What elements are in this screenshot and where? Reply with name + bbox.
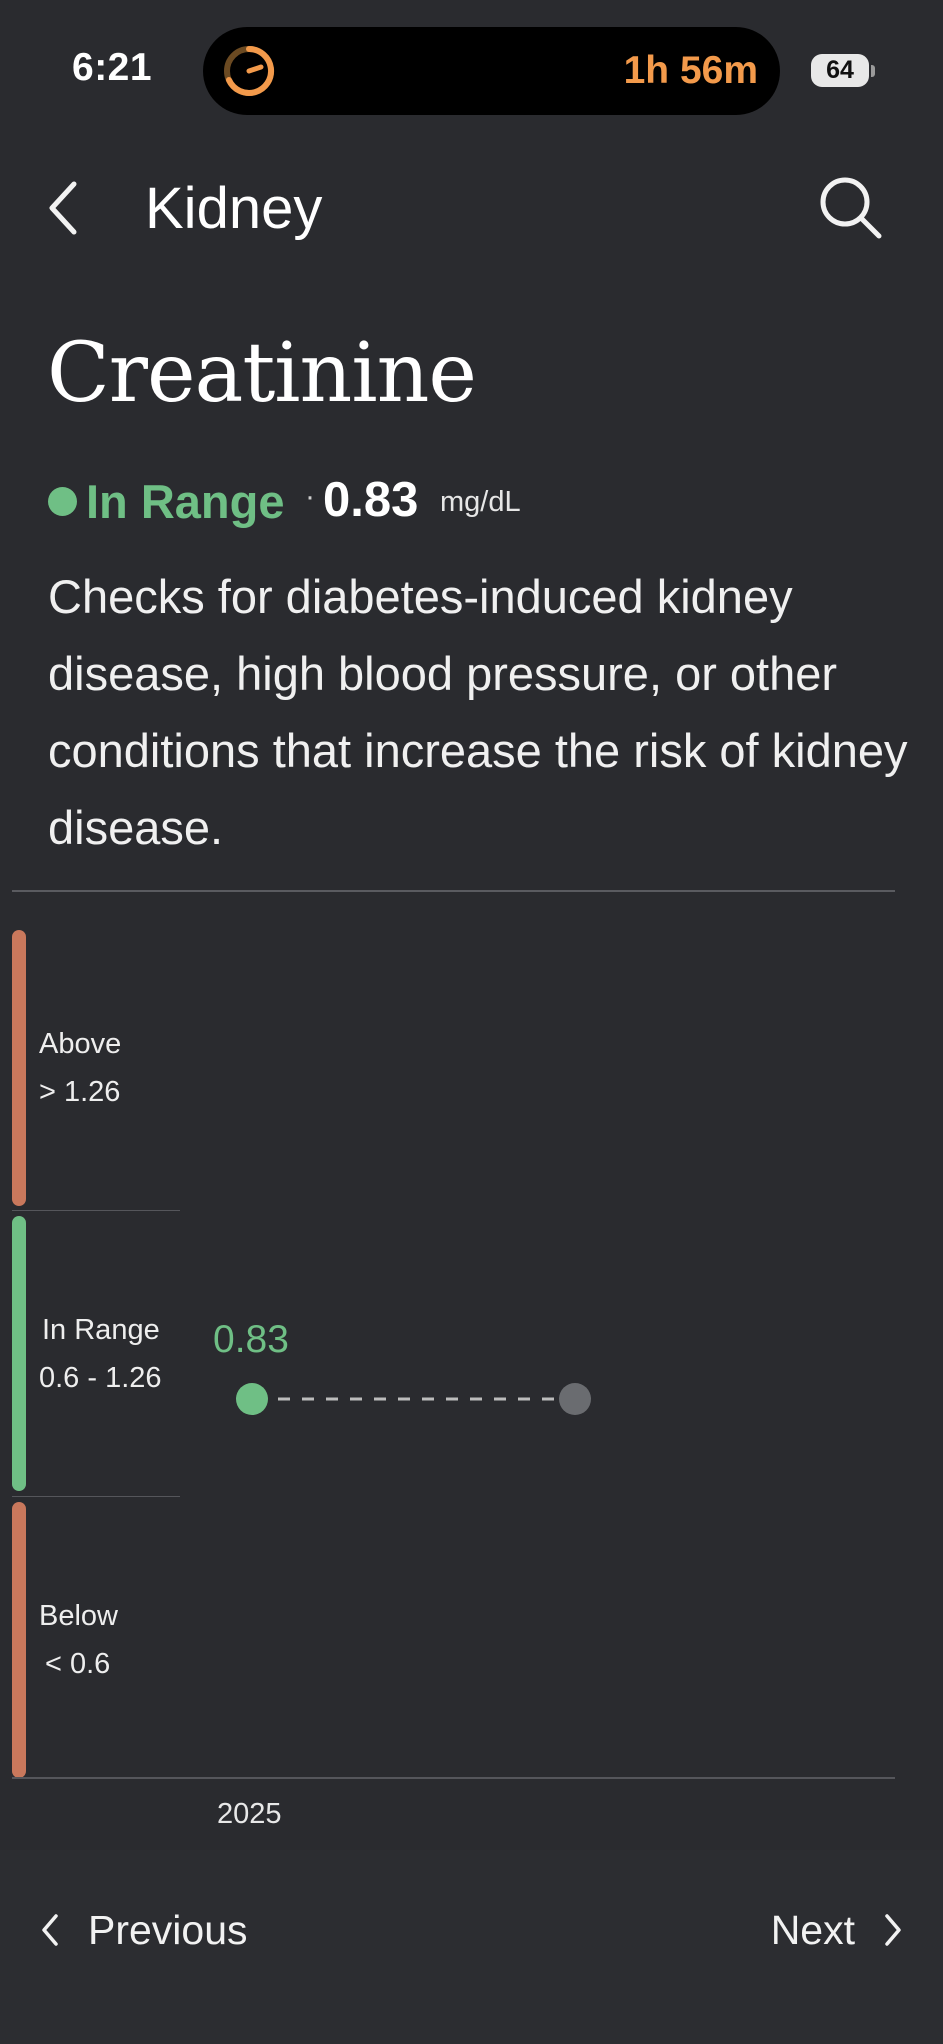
next-button[interactable]: Next xyxy=(771,1900,903,1960)
status-time: 6:21 xyxy=(72,46,153,89)
result-unit: mg/dL xyxy=(440,486,521,518)
dynamic-island[interactable]: 1h 56m xyxy=(203,27,780,115)
band-divider xyxy=(12,1210,180,1211)
battery-cap xyxy=(871,65,875,77)
previous-label: Previous xyxy=(88,1906,248,1953)
header-title: Kidney xyxy=(145,176,323,241)
chevron-left-icon xyxy=(42,1914,58,1946)
result-value: 0.83 xyxy=(323,473,419,527)
status-separator: · xyxy=(305,480,315,513)
band-above-range: > 1.26 xyxy=(39,1076,121,1108)
x-tick-label: 2025 xyxy=(217,1798,282,1830)
chevron-right-icon xyxy=(885,1914,901,1946)
chart-baseline xyxy=(12,1777,895,1779)
divider xyxy=(12,890,895,892)
next-point-placeholder xyxy=(559,1383,591,1415)
biomarker-description: Checks for diabetes-induced kidney disea… xyxy=(48,570,908,854)
band-above-bar xyxy=(12,930,26,1206)
timer-remaining: 1h 56m xyxy=(623,49,758,92)
timer-icon xyxy=(224,45,275,96)
chart-plot xyxy=(236,1383,591,1415)
page-title: Creatinine xyxy=(47,326,477,421)
previous-button[interactable]: Previous xyxy=(40,1900,248,1960)
band-above-label: Above xyxy=(39,1028,122,1060)
battery-level: 64 xyxy=(811,54,869,87)
next-label: Next xyxy=(770,1906,855,1953)
band-divider xyxy=(12,1496,180,1497)
status-label: In Range xyxy=(86,475,285,528)
data-point xyxy=(236,1383,268,1415)
search-icon[interactable] xyxy=(815,172,885,242)
band-below-range: < 0.6 xyxy=(45,1648,111,1680)
back-chevron-icon[interactable] xyxy=(40,176,90,240)
band-below-bar xyxy=(12,1502,26,1778)
status-dot xyxy=(48,487,77,516)
band-below-label: Below xyxy=(39,1600,118,1632)
